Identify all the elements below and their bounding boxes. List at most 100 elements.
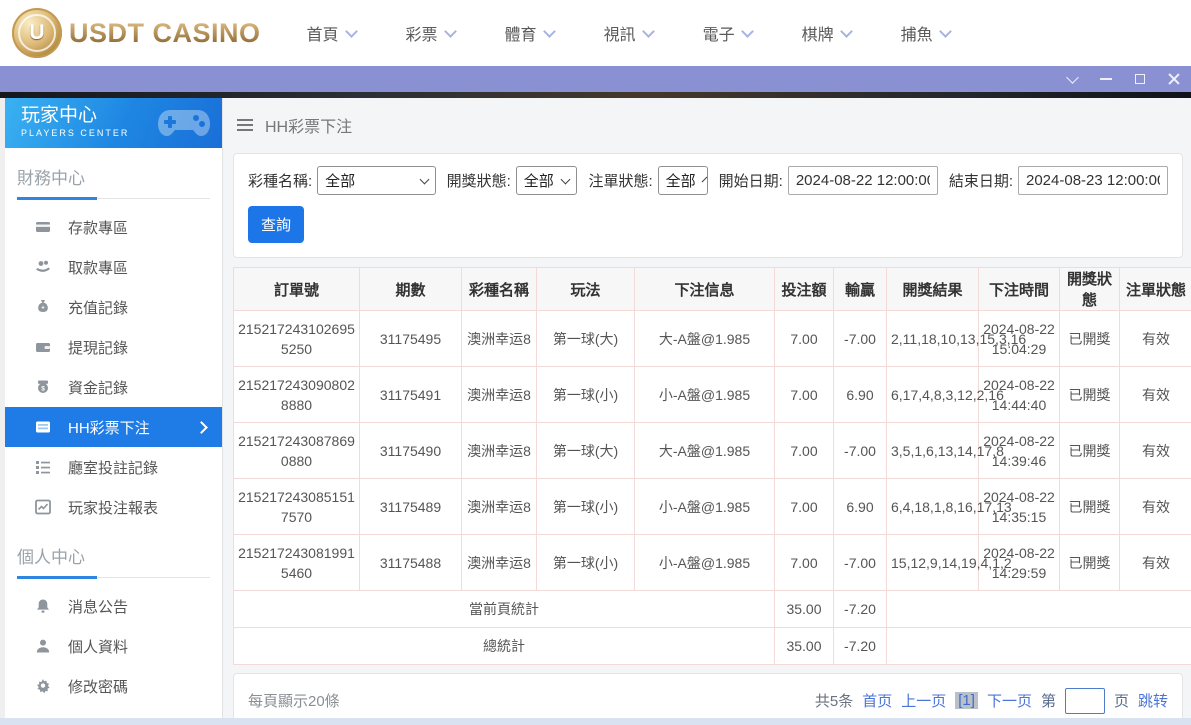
sidebar-section-title: 個人中心 xyxy=(5,527,222,577)
column-header: 玩法 xyxy=(537,268,635,311)
sidebar-item-消息公告[interactable]: 消息公告 xyxy=(5,586,222,626)
column-header: 開獎結果 xyxy=(887,268,979,311)
nav-item-label: 視訊 xyxy=(604,21,636,45)
summary-winloss-total: -7.20 xyxy=(834,591,887,628)
table-cell: 有效 xyxy=(1120,367,1191,423)
nav-item-label: 彩票 xyxy=(406,21,438,45)
table-cell: 已開獎 xyxy=(1060,479,1120,535)
lottery-list-icon xyxy=(35,419,51,435)
sidebar-item-充值記錄[interactable]: +充值記錄 xyxy=(5,287,222,327)
sidebar-sections: 財務中心存款專區取款專區+充值記錄提現記錄 $ 資金記錄 HH彩票下注廳室投註記錄玩家… xyxy=(5,148,222,718)
menu-toggle-button[interactable] xyxy=(237,119,253,131)
svg-text:$: $ xyxy=(41,385,45,392)
column-header: 投注額 xyxy=(775,268,834,311)
nav-item-視訊[interactable]: 視訊 xyxy=(604,21,653,45)
sidebar-item-廳室投註記錄[interactable]: 廳室投註記錄 xyxy=(5,447,222,487)
nav-item-體育[interactable]: 體育 xyxy=(505,21,554,45)
order-status-select[interactable]: 全部 xyxy=(658,166,708,195)
bets-table-wrap: 訂單號期數彩種名稱玩法下注信息投注額輸贏開獎結果下注時間開獎狀態注單狀態 215… xyxy=(233,267,1191,665)
jump-button[interactable]: 跳转 xyxy=(1138,690,1168,711)
lottery-name-value: 全部 xyxy=(325,170,355,191)
sidebar-item-個人資料[interactable]: 個人資料 xyxy=(5,626,222,666)
summary-label: 總統計 xyxy=(234,628,775,665)
coin-letter: U xyxy=(18,14,56,52)
window-close-button[interactable] xyxy=(1157,66,1191,92)
start-date-input[interactable] xyxy=(788,166,938,195)
section-underline-accent xyxy=(17,576,97,579)
summary-label: 當前頁統計 xyxy=(234,591,775,628)
room-record-icon xyxy=(35,459,51,475)
table-cell: 15,12,9,14,19,4,1,2 xyxy=(887,535,979,591)
report-chart-icon xyxy=(35,499,51,515)
first-page-link[interactable]: 首页 xyxy=(862,690,892,711)
sidebar-item-label: 修改密碼 xyxy=(68,676,128,697)
nav-item-label: 體育 xyxy=(505,21,537,45)
section-underline xyxy=(17,198,210,199)
summary-bet-total: 35.00 xyxy=(775,591,834,628)
sidebar-item-label: 提現記錄 xyxy=(68,337,128,358)
sidebar-item-存款專區[interactable]: 存款專區 xyxy=(5,207,222,247)
search-button[interactable]: 查詢 xyxy=(248,206,304,243)
main-content: HH彩票下注 彩種名稱: 全部 開獎狀態: 全部 注單狀態: 全部 開始日期: … xyxy=(223,98,1191,718)
pagination-controls: 共5条 首页 上一页 [1] 下一页 第 页 跳转 xyxy=(815,688,1168,714)
sidebar-item-取款專區[interactable]: 取款專區 xyxy=(5,247,222,287)
nav-item-電子[interactable]: 電子 xyxy=(703,21,752,45)
sidebar-item-修改密碼[interactable]: 修改密碼 xyxy=(5,666,222,706)
table-cell: 澳洲幸运8 xyxy=(462,367,537,423)
column-header: 輸贏 xyxy=(834,268,887,311)
bottom-strip xyxy=(0,718,1191,725)
nav-item-棋牌[interactable]: 棋牌 xyxy=(802,21,851,45)
sidebar-section-title: 財務中心 xyxy=(5,148,222,198)
table-cell: 7.00 xyxy=(775,479,834,535)
current-page-indicator[interactable]: [1] xyxy=(955,692,978,709)
column-header: 下注時間 xyxy=(979,268,1060,311)
chevron-down-icon xyxy=(543,25,556,38)
page-jump-input[interactable] xyxy=(1065,688,1105,714)
table-cell: 2152172430851517570 xyxy=(234,479,360,535)
table-cell: 澳洲幸运8 xyxy=(462,479,537,535)
nav-item-label: 棋牌 xyxy=(802,21,834,45)
summary-row: 總統計35.00-7.20 xyxy=(234,628,1191,665)
sidebar-item-HH彩票下注[interactable]: HH彩票下注 xyxy=(5,407,222,447)
withdraw-hand-icon xyxy=(35,259,51,275)
wallet-icon xyxy=(35,339,51,355)
lottery-name-select[interactable]: 全部 xyxy=(317,166,435,195)
table-cell: 7.00 xyxy=(775,535,834,591)
window-titlebar xyxy=(0,66,1191,92)
svg-text:+: + xyxy=(41,305,45,312)
nav-item-捕魚[interactable]: 捕魚 xyxy=(901,21,950,45)
section-underline xyxy=(17,577,210,578)
table-cell: 31175490 xyxy=(360,423,462,479)
filter-row: 彩種名稱: 全部 開獎狀態: 全部 注單狀態: 全部 開始日期: 結束日期: xyxy=(248,166,1168,195)
chevron-down-icon xyxy=(701,176,707,182)
window-minimize-button[interactable] xyxy=(1089,66,1123,92)
start-date-label: 開始日期: xyxy=(719,170,783,191)
sidebar-item-玩家投注報表[interactable]: 玩家投注報表 xyxy=(5,487,222,527)
nav-item-首頁[interactable]: 首頁 xyxy=(307,21,356,45)
end-date-input[interactable] xyxy=(1018,166,1168,195)
draw-status-select[interactable]: 全部 xyxy=(516,166,578,195)
window-maximize-button[interactable] xyxy=(1123,66,1157,92)
window-dropdown-button[interactable] xyxy=(1055,66,1089,92)
table-row: 215217243090802888031175491澳洲幸运8第一球(小)小-… xyxy=(234,367,1191,423)
sidebar-item-label: 資金記錄 xyxy=(68,377,128,398)
jump-suffix-label: 页 xyxy=(1114,690,1129,711)
section-underline-accent xyxy=(17,197,97,200)
sidebar-item-list: 消息公告個人資料修改密碼 xyxy=(5,578,222,706)
sidebar-item-提現記錄[interactable]: 提現記錄 xyxy=(5,327,222,367)
table-cell: 2152172431026955250 xyxy=(234,311,360,367)
column-header: 彩種名稱 xyxy=(462,268,537,311)
chevron-down-icon xyxy=(444,25,457,38)
table-row: 215217243087869088031175490澳洲幸运8第一球(大)大-… xyxy=(234,423,1191,479)
table-cell: 3,5,1,6,13,14,17,8 xyxy=(887,423,979,479)
next-page-link[interactable]: 下一页 xyxy=(987,690,1032,711)
nav-item-彩票[interactable]: 彩票 xyxy=(406,21,455,45)
table-cell: 31175491 xyxy=(360,367,462,423)
prev-page-link[interactable]: 上一页 xyxy=(901,690,946,711)
chevron-down-icon xyxy=(939,25,952,38)
sidebar-item-資金記錄[interactable]: $ 資金記錄 xyxy=(5,367,222,407)
table-cell: 第一球(小) xyxy=(537,479,635,535)
nav-item-label: 首頁 xyxy=(307,21,339,45)
page-size-text: 每頁顯示20條 xyxy=(248,690,340,711)
sidebar-item-label: 個人資料 xyxy=(68,636,128,657)
